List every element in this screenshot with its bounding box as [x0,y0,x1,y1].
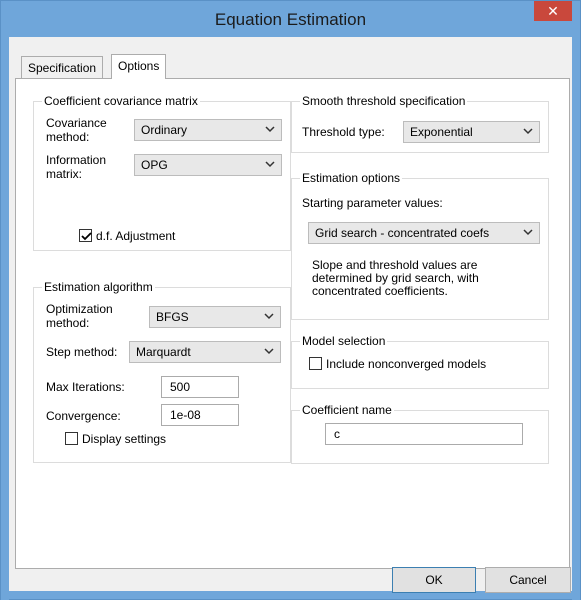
starting-values-value: Grid search - concentrated coefs [315,226,490,240]
covariance-group-label: Coefficient covariance matrix [42,94,200,108]
optimization-method-label: Optimization method: [46,302,113,330]
convergence-input[interactable]: 1e-08 [161,404,239,426]
model-selection-group: Model selection Include nonconverged mod… [291,334,549,389]
estimation-options-group: Estimation options Starting parameter va… [291,171,549,320]
max-iterations-value: 500 [170,380,191,394]
chevron-down-icon [523,229,533,236]
step-method-label: Step method: [46,345,118,359]
estimation-algorithm-group-label: Estimation algorithm [42,280,155,294]
threshold-type-select[interactable]: Exponential [403,121,540,143]
include-nonconverged-checkbox[interactable] [309,357,322,370]
coefficient-name-value: c [334,427,340,441]
chevron-down-icon [265,126,275,133]
threshold-type-value: Exponential [410,125,473,139]
coefficient-name-input[interactable]: c [325,423,523,445]
max-iterations-label: Max Iterations: [46,380,125,394]
estimation-algorithm-group: Estimation algorithm Optimization method:… [33,280,291,463]
chevron-down-icon [264,313,274,320]
convergence-label: Convergence: [46,409,121,423]
covariance-method-select[interactable]: Ordinary [134,119,282,141]
coefficient-name-group-label: Coefficient name [300,403,394,417]
cancel-button[interactable]: Cancel [485,567,571,593]
information-matrix-label: Information matrix: [46,153,107,181]
display-settings-checkbox[interactable] [65,432,78,445]
max-iterations-input[interactable]: 500 [161,376,239,398]
chevron-down-icon [523,128,533,135]
title-bar[interactable]: Equation Estimation ✕ [1,1,580,37]
covariance-method-value: Ordinary [141,123,188,137]
estimation-options-group-label: Estimation options [300,171,403,185]
starting-values-description: Slope and threshold values are determine… [312,258,479,298]
df-adjustment-checkbox[interactable] [79,229,92,242]
threshold-group-label: Smooth threshold specification [300,94,468,108]
optimization-method-value: BFGS [156,310,189,324]
window-frame-right [572,37,580,600]
close-button[interactable]: ✕ [534,1,572,21]
tab-options[interactable]: Options [111,54,167,79]
convergence-value: 1e-08 [170,408,201,422]
covariance-method-label: Covariance method: [46,116,107,144]
information-matrix-value: OPG [141,158,168,172]
information-matrix-select[interactable]: OPG [134,154,282,176]
optimization-method-select[interactable]: BFGS [149,306,281,328]
display-settings-label[interactable]: Display settings [82,432,166,446]
options-panel: Coefficient covariance matrix Covariance… [15,78,570,569]
window-title: Equation Estimation [214,10,367,29]
ok-button[interactable]: OK [392,567,476,593]
close-icon: ✕ [547,3,559,19]
covariance-group: Coefficient covariance matrix Covariance… [33,94,291,251]
starting-values-label: Starting parameter values: [302,196,443,210]
dialog-window: Equation Estimation ✕ Specification Opti… [0,0,581,600]
chevron-down-icon [265,161,275,168]
threshold-type-label: Threshold type: [302,125,385,139]
chevron-down-icon [264,348,274,355]
step-method-value: Marquardt [136,345,191,359]
starting-values-select[interactable]: Grid search - concentrated coefs [308,222,540,244]
window-frame-left [1,37,9,600]
coefficient-name-group: Coefficient name c [291,403,549,464]
df-adjustment-label[interactable]: d.f. Adjustment [96,229,175,243]
include-nonconverged-label[interactable]: Include nonconverged models [326,357,486,371]
step-method-select[interactable]: Marquardt [129,341,281,363]
checkmark-icon [81,232,92,241]
tab-specification[interactable]: Specification [21,56,104,79]
model-selection-group-label: Model selection [300,334,388,348]
threshold-group: Smooth threshold specification Threshold… [291,94,549,153]
